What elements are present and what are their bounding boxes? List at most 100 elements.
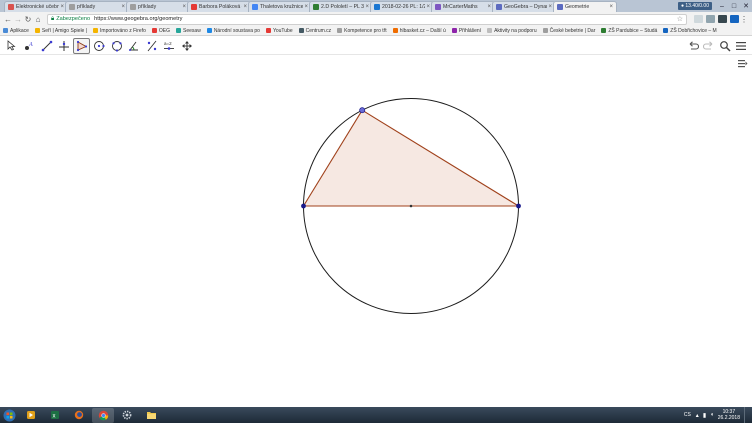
extension-icon[interactable] (706, 15, 715, 23)
tab-label: 2.D Pololetí – PL 30. (321, 4, 365, 10)
browser-tab[interactable]: příklady × (126, 1, 190, 12)
bookmark-item[interactable]: Aktivity na podporu (487, 28, 537, 34)
window-controls: ● 13.40/0.00 – □ ✕ (677, 0, 752, 12)
point-c[interactable] (359, 107, 366, 114)
reflect-icon (147, 40, 156, 51)
language-indicator[interactable]: CS (684, 412, 691, 418)
tab-favicon-icon (557, 4, 563, 10)
show-desktop-button[interactable] (744, 407, 748, 423)
redo-button[interactable] (701, 38, 717, 54)
bookmark-item[interactable]: Importováno z Firefo (93, 28, 146, 34)
browser-tab[interactable]: Barbora Poláková - × (187, 1, 251, 12)
tab-close-icon[interactable]: × (548, 4, 552, 10)
tab-close-icon[interactable]: × (121, 4, 125, 10)
tab-close-icon[interactable]: × (60, 4, 64, 10)
main-menu-button[interactable] (733, 38, 749, 54)
extension-icon[interactable] (718, 15, 727, 23)
tab-close-icon[interactable]: × (426, 4, 430, 10)
tool-circle-center-point[interactable] (91, 38, 108, 54)
browser-tab[interactable]: 2.D Pololetí – PL 30. × (309, 1, 373, 12)
browser-tab[interactable]: Elektronické učebnice× (4, 1, 68, 12)
minimize-icon[interactable]: – (716, 3, 728, 10)
bookmark-favicon-icon (176, 28, 182, 33)
bookmark-label: Seesaw (183, 27, 201, 34)
bookmark-item[interactable]: České bebetrie | Dar (542, 28, 595, 34)
clock[interactable]: 10:37 26.2.2018 (718, 409, 740, 421)
profile-badge[interactable]: ● 13.40/0.00 (677, 2, 712, 10)
graphics-view[interactable] (0, 56, 752, 407)
tray-expand-icon[interactable]: ▴ (696, 412, 699, 419)
home-icon[interactable]: ⌂ (33, 15, 43, 24)
bookmark-item[interactable]: ZŠ Pardubice – Studá (601, 28, 657, 34)
volume-icon[interactable]: ◖ (710, 412, 714, 418)
bookmark-item[interactable]: Centrum.cz (298, 27, 332, 34)
bookmark-item[interactable]: YouTube (265, 27, 293, 34)
triangle-fill[interactable] (303, 110, 519, 206)
extension-icon[interactable] (694, 15, 703, 23)
search-button[interactable] (717, 38, 733, 54)
maximize-icon[interactable]: □ (728, 3, 740, 10)
tool-point[interactable]: A (21, 38, 38, 54)
point-b[interactable] (516, 203, 521, 209)
tool-perpendicular-line[interactable] (56, 38, 73, 54)
tool-segment[interactable] (38, 38, 55, 54)
bookmark-item[interactable]: OEG (151, 28, 170, 34)
center-point[interactable] (409, 204, 413, 208)
bookmark-item[interactable]: hlbasket.cz – Další ú (392, 28, 446, 34)
tab-close-icon[interactable]: × (487, 4, 491, 10)
forward-icon[interactable]: → (13, 15, 23, 24)
tab-label: Barbora Poláková - (199, 4, 243, 10)
secure-label: Zabezpečeno (56, 16, 91, 22)
tab-label: Thaletova kružnice (260, 4, 304, 10)
network-icon[interactable]: ▮ (703, 412, 706, 419)
tab-close-icon[interactable]: × (609, 4, 613, 10)
style-bar-toggle[interactable] (736, 57, 749, 70)
bookmark-favicon-icon (298, 28, 304, 33)
taskbar-excel[interactable]: x (44, 408, 66, 423)
tool-move-graphics[interactable] (178, 38, 195, 54)
tool-move[interactable] (3, 38, 20, 54)
taskbar-explorer[interactable] (140, 408, 162, 423)
taskbar-chrome[interactable] (92, 407, 114, 423)
tool-reflect[interactable] (143, 38, 160, 54)
browser-tab[interactable]: GeoGebra – Dynam × (492, 1, 556, 12)
url-field[interactable]: 🔒︎ Zabezpečeno https://www.geogebra.org/… (47, 13, 687, 25)
bookmark-star-icon[interactable]: ☆ (677, 15, 683, 23)
tab-close-icon[interactable]: × (304, 4, 308, 10)
browser-tab[interactable]: MrCarterMaths × (431, 1, 495, 12)
browser-tab[interactable]: Geometrie × (553, 1, 617, 12)
tool-slider[interactable]: a=2 (161, 38, 178, 54)
tool-polygon[interactable] (73, 37, 90, 54)
bookmark-item[interactable]: Seesaw (176, 28, 201, 34)
bookmark-item[interactable]: Národní soustava po (206, 28, 260, 34)
taskbar-settings-app[interactable] (116, 408, 138, 423)
start-button[interactable] (0, 407, 18, 423)
tab-close-icon[interactable]: × (182, 4, 186, 10)
taskbar-media-player[interactable] (20, 408, 42, 423)
close-window-icon[interactable]: ✕ (740, 2, 752, 10)
tab-close-icon[interactable]: × (365, 4, 369, 10)
tool-circle-three-points[interactable] (108, 38, 125, 54)
bookmark-label: YouTube (272, 27, 293, 34)
bookmark-item[interactable]: Kompetence pro třt (337, 28, 387, 34)
point-a[interactable] (301, 203, 306, 209)
bookmark-item[interactable]: Aplikace (3, 28, 29, 34)
back-icon[interactable]: ← (3, 15, 13, 24)
extension-icon[interactable] (730, 15, 739, 23)
undo-button[interactable] (685, 38, 701, 54)
chrome-menu-icon[interactable]: ⋮ (739, 15, 749, 24)
bookmark-item[interactable]: Seří | Amigo Spiele | (34, 28, 87, 34)
bookmark-item[interactable]: Přihlášení (451, 28, 481, 34)
bookmark-item[interactable]: ZŠ Dobřichovice – M (663, 28, 717, 34)
taskbar-firefox[interactable] (68, 408, 90, 423)
bookmark-label: Centrum.cz (305, 27, 332, 34)
browser-tab[interactable]: Thaletova kružnice × (248, 1, 312, 12)
reload-icon[interactable]: ↻ (23, 15, 33, 24)
tab-close-icon[interactable]: × (243, 4, 247, 10)
media-player-icon (27, 411, 35, 419)
tool-angle[interactable] (126, 38, 143, 54)
svg-text:a=2: a=2 (164, 41, 172, 46)
browser-tab[interactable]: 2018-02-26 PL: 1/2 × (370, 1, 434, 12)
browser-tab[interactable]: příklady × (65, 1, 129, 12)
tab-favicon-icon (69, 4, 75, 10)
